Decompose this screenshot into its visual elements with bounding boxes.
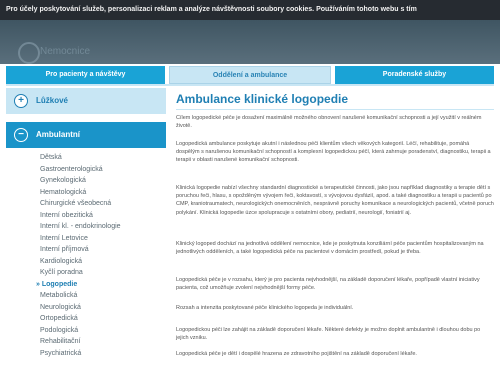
- sidebar-section-outpatient[interactable]: − Ambulantní: [6, 122, 166, 148]
- logo-icon[interactable]: [18, 42, 40, 64]
- site-header: Nemocnice: [0, 20, 500, 64]
- main-content: Ambulance klinické logopedie Cílem logop…: [176, 88, 494, 375]
- sidebar-item-interni-prijmova[interactable]: Interní příjmová: [6, 244, 166, 256]
- sidebar-item-detska[interactable]: Dětská: [6, 152, 166, 164]
- sidebar-item-kardio[interactable]: Kardiologická: [6, 256, 166, 268]
- logo-text[interactable]: Nemocnice: [40, 46, 90, 57]
- sidebar-item-neuro[interactable]: Neurologická: [6, 302, 166, 314]
- sidebar-item-label: Logopedie: [41, 280, 78, 288]
- sidebar-item-gastro[interactable]: Gastroenterologická: [6, 164, 166, 176]
- tab-departments[interactable]: Oddělení a ambulance: [169, 66, 331, 84]
- sidebar-item-hemato[interactable]: Hematologická: [6, 187, 166, 199]
- content-paragraph: Logopedická péče je v rozsahu, který je …: [176, 277, 480, 292]
- plus-circle-icon: +: [14, 94, 28, 108]
- sidebar-section-label: Lůžkové: [36, 96, 69, 105]
- sidebar-item-interni-letovice[interactable]: Interní Letovice: [6, 233, 166, 245]
- content-paragraph: Logopedickou péči lze zahájit na základě…: [176, 327, 481, 342]
- content-paragraph: Cílem logopedické péče je dosažení maxim…: [176, 115, 482, 130]
- sidebar-list: Dětská Gastroenterologická Gynekologická…: [6, 152, 166, 359]
- sidebar-item-rehab[interactable]: Rehabilitační: [6, 336, 166, 348]
- content-paragraph: Rozsah a intenzita poskytované péče klin…: [176, 305, 354, 311]
- sidebar: + Lůžkové − Ambulantní Dětská Gastroente…: [6, 88, 166, 375]
- tab-divider: [6, 84, 494, 86]
- sidebar-item-gyneko[interactable]: Gynekologická: [6, 175, 166, 187]
- content-paragraph: Logopedická péče je dětí i dospělé hraze…: [176, 351, 417, 357]
- minus-circle-icon: −: [14, 128, 28, 142]
- content-paragraph: Klinická logopedie nabízí všechny standa…: [176, 185, 494, 216]
- cookie-bar: Pro účely poskytování služeb, personaliz…: [0, 0, 500, 20]
- sidebar-item-psych[interactable]: Psychiatrická: [6, 348, 166, 360]
- sidebar-item-interni-obez[interactable]: Interní obezitická: [6, 210, 166, 222]
- sidebar-item-podolog[interactable]: Podologická: [6, 325, 166, 337]
- tab-patients[interactable]: Pro pacienty a návštěvy: [6, 66, 165, 84]
- content-paragraph: Klinický logoped dochází na jednotlivá o…: [176, 241, 484, 256]
- cookie-bar-text: Pro účely poskytování služeb, personaliz…: [6, 6, 417, 13]
- sidebar-item-logopedie[interactable]: » Logopedie: [6, 279, 166, 291]
- sidebar-item-chirurgie[interactable]: Chirurgické všeobecná: [6, 198, 166, 210]
- sidebar-item-interni-endo[interactable]: Interní kl. - endokrinologie: [6, 221, 166, 233]
- sidebar-item-metabolic[interactable]: Metabolická: [6, 290, 166, 302]
- sidebar-item-ortoped[interactable]: Ortopedická: [6, 313, 166, 325]
- tab-counseling[interactable]: Poradenské služby: [335, 66, 494, 84]
- main-tabs: Pro pacienty a návštěvy Oddělení a ambul…: [0, 64, 500, 84]
- page-title: Ambulance klinické logopedie: [176, 92, 349, 106]
- sidebar-section-label: Ambulantní: [36, 130, 80, 139]
- content-paragraph: Logopedická ambulance poskytuje akutní i…: [176, 141, 491, 164]
- title-divider: [176, 109, 494, 110]
- sidebar-section-inpatient[interactable]: + Lůžkové: [6, 88, 166, 114]
- sidebar-item-kycli[interactable]: Kyčlí poradna: [6, 267, 166, 279]
